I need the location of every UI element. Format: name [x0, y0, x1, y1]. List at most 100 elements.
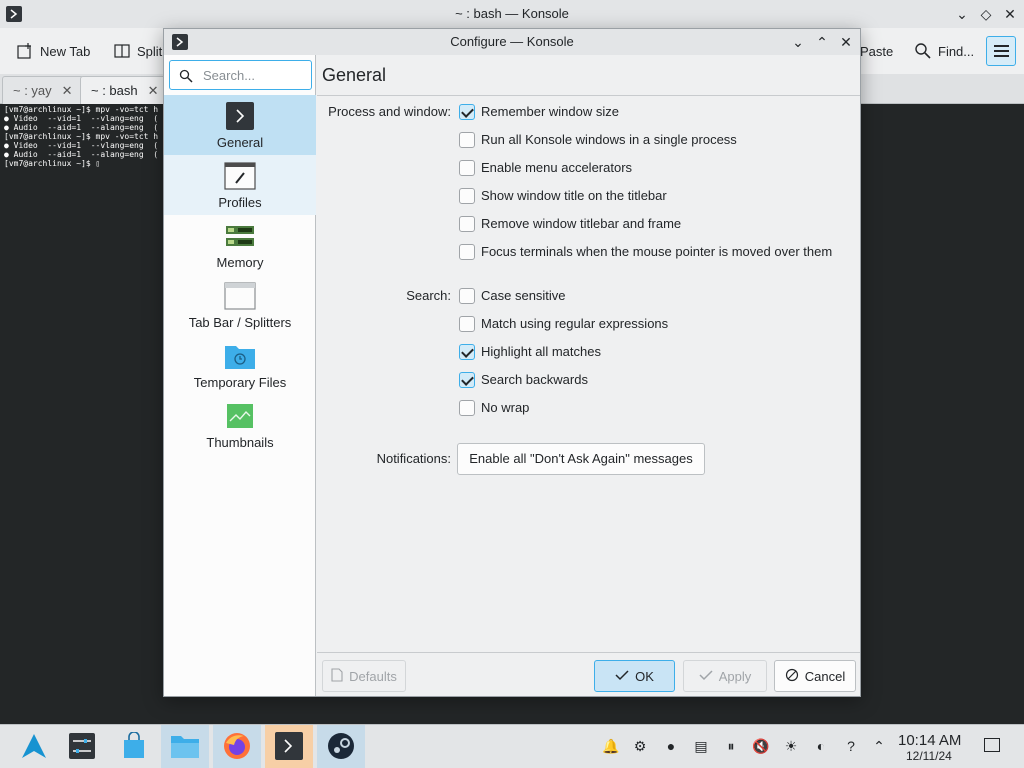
search-input[interactable]: Search...: [169, 60, 312, 90]
checkbox-single-process[interactable]: [459, 132, 475, 148]
cancel-icon: [785, 668, 799, 685]
header-divider: [317, 95, 860, 96]
cancel-label: Cancel: [804, 668, 846, 684]
media-pause-icon[interactable]: ⏸: [722, 737, 740, 755]
maximize-icon[interactable]: ⌃: [812, 32, 832, 52]
chevron-up-icon[interactable]: ⌃: [870, 737, 888, 755]
new-tab-label: New Tab: [40, 43, 91, 59]
sidebar-item-general[interactable]: General: [164, 95, 316, 155]
checkbox-highlight-all[interactable]: [459, 344, 475, 360]
profiles-icon: [224, 161, 256, 191]
close-icon[interactable]: ✕: [1000, 4, 1020, 24]
sidebar-item-label: Temporary Files: [193, 375, 287, 390]
checkbox-label: Run all Konsole windows in a single proc…: [481, 132, 737, 147]
settings-content: General Process and window: Remember win…: [317, 55, 860, 696]
checkbox-label: No wrap: [481, 400, 530, 415]
tab-close-icon[interactable]: ✕: [148, 83, 159, 99]
split-view-icon: [113, 42, 131, 60]
checkbox-no-wrap[interactable]: [459, 400, 475, 416]
sidebar-item-thumbnails[interactable]: Thumbnails: [164, 395, 316, 455]
defaults-icon: [331, 667, 343, 685]
find-label: Find...: [938, 43, 975, 59]
checkbox-remove-titlebar[interactable]: [459, 216, 475, 232]
volume-muted-icon[interactable]: 🔇: [752, 737, 770, 755]
sidebar-item-profiles[interactable]: Profiles: [164, 155, 316, 215]
clipboard-icon[interactable]: ▤: [692, 737, 710, 755]
thumbnails-icon: [224, 401, 256, 431]
checkbox-remember-window-size[interactable]: [459, 104, 475, 120]
dialog-title: Configure — Konsole: [450, 34, 574, 49]
ok-label: OK: [635, 668, 654, 684]
checkbox-label: Search backwards: [481, 372, 588, 387]
konsole-window-title: ~ : bash — Konsole: [455, 6, 569, 21]
kde-connect-icon[interactable]: ⚙: [631, 737, 649, 755]
steam-icon: [326, 731, 356, 764]
enable-dont-ask-again-button[interactable]: Enable all "Don't Ask Again" messages: [457, 443, 705, 475]
checkbox-search-backwards[interactable]: [459, 372, 475, 388]
memory-icon: [224, 221, 256, 251]
minimize-icon[interactable]: ⌄: [952, 4, 972, 24]
terminal-scrollbar[interactable]: [1016, 104, 1022, 722]
new-tab-button[interactable]: New Tab: [16, 38, 90, 64]
close-icon[interactable]: ✕: [836, 32, 856, 52]
checkbox-label: Case sensitive: [481, 288, 566, 303]
checkbox-label: Show window title on the titlebar: [481, 188, 667, 203]
sidebar-item-temporary-files[interactable]: Temporary Files: [164, 335, 316, 395]
apply-button[interactable]: Apply: [683, 660, 767, 692]
cancel-button[interactable]: Cancel: [774, 660, 856, 692]
clock-time[interactable]: 10:14 AM: [898, 732, 961, 749]
footer-divider: [317, 652, 860, 653]
check-icon: [699, 669, 713, 684]
checkbox-regex[interactable]: [459, 316, 475, 332]
clock-date[interactable]: 12/11/24: [906, 749, 952, 763]
apply-label: Apply: [718, 668, 752, 684]
folder-icon: [224, 341, 256, 371]
find-button[interactable]: Find...: [914, 38, 974, 64]
hamburger-menu-button[interactable]: [986, 36, 1016, 66]
minimize-icon[interactable]: ⌄: [788, 32, 808, 52]
firefox-icon: [222, 731, 252, 764]
configure-dialog: Configure — Konsole ⌄ ⌃ ✕ Search... Gene…: [163, 28, 861, 697]
maximize-icon[interactable]: ◇: [976, 4, 996, 24]
ok-button[interactable]: OK: [594, 660, 675, 692]
folder-icon: [170, 732, 200, 763]
checkbox-menu-accelerators[interactable]: [459, 160, 475, 176]
firefox-task[interactable]: [213, 725, 261, 768]
brightness-icon[interactable]: ☀: [782, 737, 800, 755]
konsole-task[interactable]: [265, 725, 313, 768]
discover-launcher[interactable]: [110, 725, 158, 768]
sidebar-item-memory[interactable]: Memory: [164, 215, 316, 275]
dialog-titlebar[interactable]: Configure — Konsole ⌄ ⌃ ✕: [164, 29, 860, 55]
tab-yay-label: ~ : yay: [13, 83, 52, 98]
checkbox-window-title-titlebar[interactable]: [459, 188, 475, 204]
search-icon: [179, 69, 193, 83]
checkbox-label: Remove window titlebar and frame: [481, 216, 682, 231]
system-settings-launcher[interactable]: [58, 725, 106, 768]
taskbar-panel: 🔔 ⚙ ● ▤ ⏸ 🔇 ☀ ◐ ? ⌃ 10:14 AM 12/11/24: [0, 724, 1024, 768]
defaults-button[interactable]: Defaults: [322, 660, 406, 692]
status-indicator-icon[interactable]: ●: [662, 737, 680, 755]
konsole-titlebar[interactable]: ~ : bash — Konsole ⌄ ◇ ✕: [0, 0, 1024, 28]
application-launcher[interactable]: [10, 725, 58, 768]
split-button[interactable]: Split: [113, 38, 162, 64]
tab-yay[interactable]: ~ : yay ✕: [2, 76, 84, 104]
sidebar-item-tab-bar[interactable]: Tab Bar / Splitters: [164, 275, 316, 335]
show-desktop-icon[interactable]: [984, 738, 1000, 752]
paste-label: Paste: [860, 43, 894, 59]
steam-task[interactable]: [317, 725, 365, 768]
checkbox-label: Focus terminals when the mouse pointer i…: [481, 244, 833, 259]
notifications-bell-icon[interactable]: 🔔: [602, 737, 620, 755]
help-icon[interactable]: ?: [842, 737, 860, 755]
find-icon: [914, 42, 932, 60]
store-bag-icon: [120, 730, 148, 763]
checkbox-focus-on-hover[interactable]: [459, 244, 475, 260]
checkbox-label: Match using regular expressions: [481, 316, 669, 331]
tabbar-icon: [224, 281, 256, 311]
paste-button[interactable]: Paste: [860, 38, 893, 64]
tab-bash[interactable]: ~ : bash ✕: [80, 76, 170, 104]
checkbox-case-sensitive[interactable]: [459, 288, 475, 304]
dolphin-task[interactable]: [161, 725, 209, 768]
check-icon: [615, 669, 629, 684]
network-icon[interactable]: ◐: [812, 737, 830, 755]
tab-close-icon[interactable]: ✕: [62, 83, 73, 99]
